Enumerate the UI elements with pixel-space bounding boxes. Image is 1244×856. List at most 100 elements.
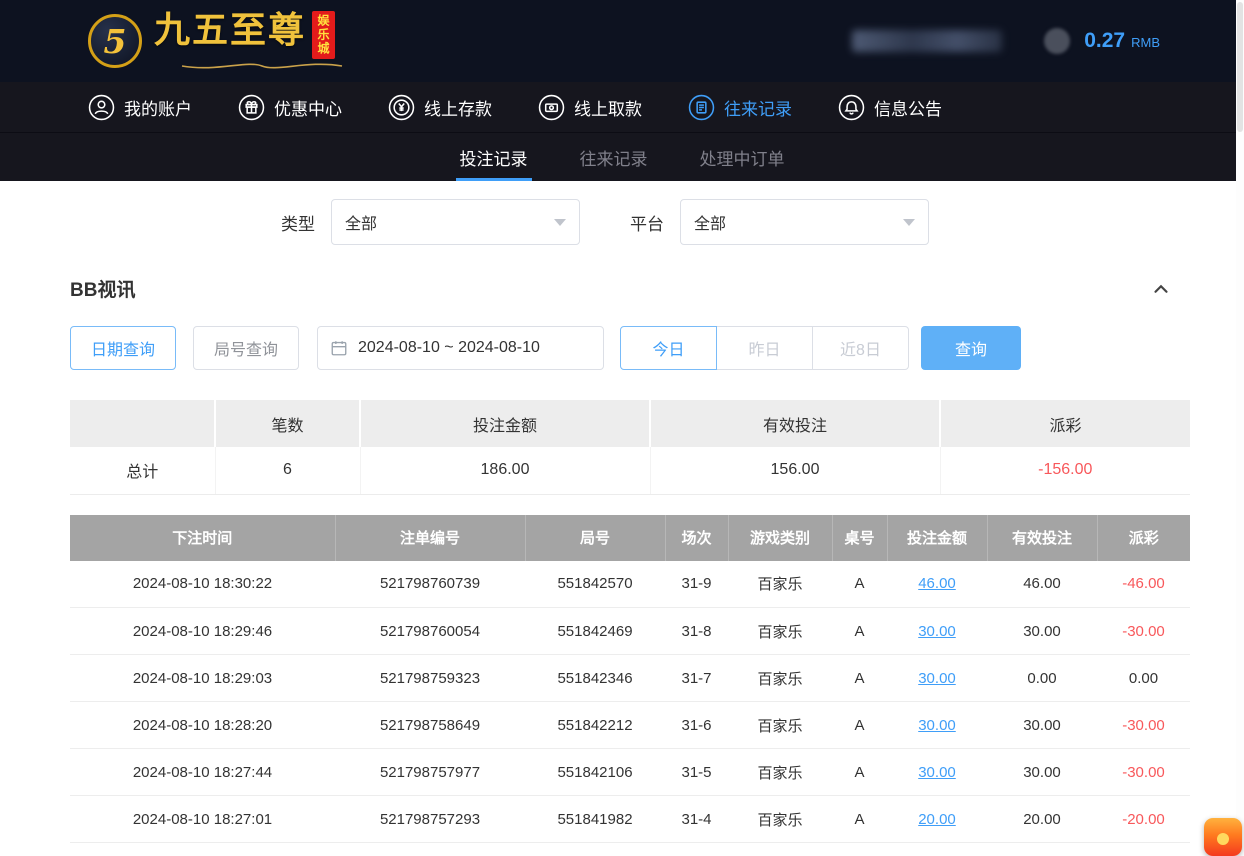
cell-game-type: 百家乐	[728, 702, 832, 749]
summary-header-empty	[70, 400, 215, 447]
section-header: BB视讯	[0, 245, 1244, 302]
query-controls: 日期查询 局号查询 2024-08-10 ~ 2024-08-10 今日 昨日 …	[0, 302, 1244, 370]
account-area: 0.27 RMB	[852, 28, 1160, 54]
deposit-coin-icon	[388, 94, 415, 121]
cell-payout: 0.00	[1097, 655, 1190, 702]
platform-select[interactable]: 全部	[680, 199, 929, 245]
cell-table-no: A	[832, 655, 887, 702]
avatar	[1044, 28, 1070, 54]
nav-label: 信息公告	[874, 95, 942, 120]
balance-currency: RMB	[1131, 35, 1160, 50]
cell-session: 31-5	[665, 749, 728, 796]
cell-round-id: 551842469	[525, 608, 665, 655]
collapse-section-button[interactable]	[1150, 278, 1172, 300]
cell-bet-id: 521798757293	[335, 796, 525, 843]
cell-game-type: 百家乐	[728, 655, 832, 702]
username-masked	[852, 30, 1002, 52]
user-icon	[88, 94, 115, 121]
bet-amount-link[interactable]: 30.00	[918, 623, 956, 640]
red-envelope-widget[interactable]	[1204, 818, 1242, 856]
header-game-type: 游戏类别	[728, 515, 832, 561]
top-header: 5 九五至尊 娱乐城 0.27 RMB	[0, 0, 1244, 82]
tab-processing-orders[interactable]: 处理中订单	[696, 133, 789, 181]
calendar-icon	[330, 339, 348, 357]
last-8-days-button[interactable]: 近8日	[812, 326, 909, 370]
logo-five-icon: 5	[88, 14, 142, 68]
today-button[interactable]: 今日	[620, 326, 717, 370]
cell-bet-id: 521798759323	[335, 655, 525, 702]
cell-bet-id: 521798760054	[335, 608, 525, 655]
platform-filter-label: 平台	[630, 210, 664, 235]
scrollbar-thumb[interactable]	[1237, 2, 1243, 132]
tab-transaction-records[interactable]: 往来记录	[576, 133, 652, 181]
nav-item-my-account[interactable]: 我的账户	[88, 94, 192, 121]
cell-table-no: A	[832, 749, 887, 796]
header-session: 场次	[665, 515, 728, 561]
summary-header-payout: 派彩	[940, 400, 1190, 447]
summary-header-valid-bet: 有效投注	[650, 400, 940, 447]
bet-amount-link[interactable]: 30.00	[918, 764, 956, 781]
yesterday-button[interactable]: 昨日	[716, 326, 813, 370]
cell-game-type: 百家乐	[728, 608, 832, 655]
filter-row: 类型 全部 平台 全部	[0, 181, 1244, 245]
type-filter-label: 类型	[281, 210, 315, 235]
nav-item-withdraw[interactable]: 线上取款	[538, 94, 642, 121]
type-select-value: 全部	[345, 210, 377, 234]
cell-round-id: 551842570	[525, 561, 665, 608]
cell-valid-bet: 30.00	[987, 749, 1097, 796]
search-button[interactable]: 查询	[921, 326, 1021, 370]
header-round-id: 局号	[525, 515, 665, 561]
date-query-button[interactable]: 日期查询	[70, 326, 176, 370]
cell-round-id: 551842212	[525, 702, 665, 749]
cell-payout: -30.00	[1097, 749, 1190, 796]
bet-amount-link[interactable]: 30.00	[918, 670, 956, 687]
brand-logo[interactable]: 5 九五至尊 娱乐城	[88, 11, 369, 72]
cell-valid-bet: 30.00	[987, 608, 1097, 655]
cell-payout: -30.00	[1097, 608, 1190, 655]
table-row: 2024-08-10 18:27:44 521798757977 5518421…	[70, 749, 1190, 796]
nav-label: 线上取款	[574, 95, 642, 120]
cell-valid-bet: 20.00	[987, 796, 1097, 843]
bet-amount-link[interactable]: 20.00	[918, 811, 956, 828]
tab-bet-records[interactable]: 投注记录	[456, 133, 532, 181]
summary-header-count: 笔数	[215, 400, 360, 447]
summary-header-row: 笔数 投注金额 有效投注 派彩	[70, 400, 1190, 447]
summary-total-payout: -156.00	[940, 447, 1190, 494]
nav-item-deposit[interactable]: 线上存款	[388, 94, 492, 121]
summary-total-row: 总计 6 186.00 156.00 -156.00	[70, 447, 1190, 494]
cell-round-id: 551842106	[525, 749, 665, 796]
cell-session: 31-9	[665, 561, 728, 608]
logo-five-text: 5	[104, 22, 127, 61]
nav-label: 优惠中心	[274, 95, 342, 120]
nav-label: 往来记录	[724, 95, 792, 120]
cell-time: 2024-08-10 18:28:20	[70, 702, 335, 749]
cell-bet-id: 521798760739	[335, 561, 525, 608]
date-range-input[interactable]: 2024-08-10 ~ 2024-08-10	[317, 326, 604, 370]
nav-item-announcements[interactable]: 信息公告	[838, 94, 942, 121]
bet-records-table: 下注时间 注单编号 局号 场次 游戏类别 桌号 投注金额 有效投注 派彩 202…	[70, 515, 1190, 844]
cell-bet-id: 521798758649	[335, 702, 525, 749]
flourish-decoration	[177, 60, 347, 72]
bell-icon	[838, 94, 865, 121]
platform-select-value: 全部	[694, 210, 726, 234]
bet-amount-link[interactable]: 30.00	[918, 717, 956, 734]
brand-subtitle: 娱乐城	[312, 11, 335, 59]
header-bet-time: 下注时间	[70, 515, 335, 561]
bet-amount-link[interactable]: 46.00	[918, 575, 956, 592]
nav-item-records[interactable]: 往来记录	[688, 94, 792, 121]
cell-table-no: A	[832, 561, 887, 608]
cell-table-no: A	[832, 608, 887, 655]
scrollbar[interactable]	[1236, 0, 1244, 852]
header-valid-bet: 有效投注	[987, 515, 1097, 561]
type-select[interactable]: 全部	[331, 199, 580, 245]
date-range-value: 2024-08-10 ~ 2024-08-10	[358, 339, 540, 357]
nav-item-promotions[interactable]: 优惠中心	[238, 94, 342, 121]
cell-table-no: A	[832, 702, 887, 749]
brand-name: 九五至尊	[154, 11, 306, 51]
round-query-button[interactable]: 局号查询	[193, 326, 299, 370]
cell-bet-id: 521798757977	[335, 749, 525, 796]
summary-total-label: 总计	[70, 447, 215, 494]
cell-table-no: A	[832, 796, 887, 843]
cell-payout: -30.00	[1097, 702, 1190, 749]
nav-label: 线上存款	[424, 95, 492, 120]
